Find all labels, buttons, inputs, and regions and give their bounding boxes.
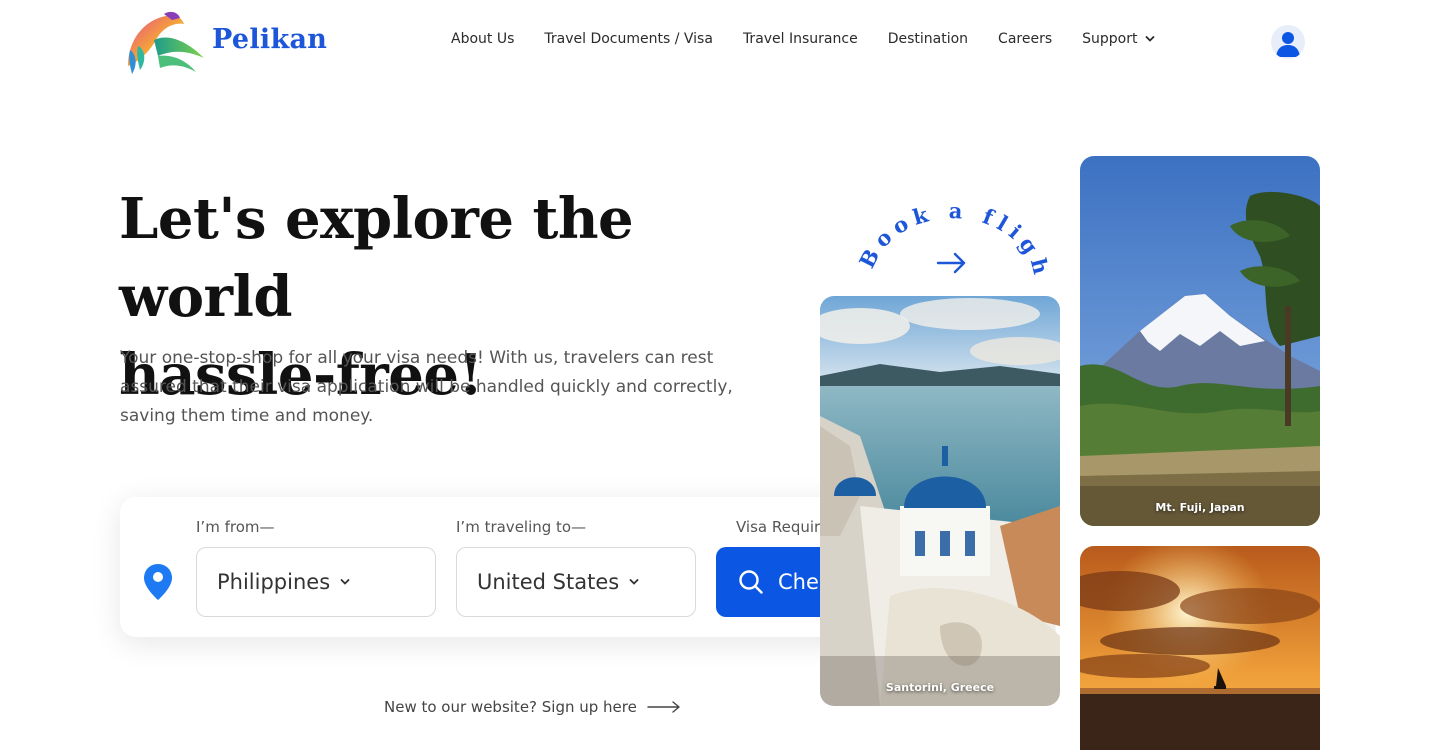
- destination-card-santorini[interactable]: Santorini, Greece: [820, 296, 1060, 706]
- visa-search-card: I’m from— Philippines I’m traveling to— …: [120, 497, 937, 637]
- nav-about-us[interactable]: About Us: [451, 31, 514, 47]
- destination-card-sunset[interactable]: [1080, 546, 1320, 750]
- hero-title-line1: Let's explore the world: [119, 186, 634, 330]
- nav-travel-documents[interactable]: Travel Documents / Visa: [544, 31, 713, 47]
- user-avatar-icon: [1276, 32, 1300, 57]
- from-country-value: Philippines: [217, 570, 331, 594]
- arrow-right-icon: [936, 252, 966, 274]
- from-label: I’m from—: [196, 518, 275, 536]
- nav-support[interactable]: Support: [1082, 31, 1155, 47]
- santorini-photo: [820, 296, 1060, 706]
- map-pin-icon: [144, 564, 172, 600]
- signup-link[interactable]: New to our website? Sign up here: [384, 698, 681, 716]
- chevron-down-icon: [629, 579, 639, 585]
- book-flight-link[interactable]: Book a flight: [840, 176, 1049, 286]
- destination-card-fuji[interactable]: Mt. Fuji, Japan: [1080, 156, 1320, 526]
- nav-support-label: Support: [1082, 31, 1138, 47]
- nav-destination[interactable]: Destination: [888, 31, 968, 47]
- to-country-select[interactable]: United States: [456, 547, 696, 617]
- from-country-select[interactable]: Philippines: [196, 547, 436, 617]
- signup-text: New to our website? Sign up here: [384, 698, 637, 716]
- user-avatar[interactable]: [1271, 25, 1305, 59]
- chevron-down-icon: [340, 579, 350, 585]
- arrow-right-icon: [647, 701, 680, 713]
- book-flight-graphic: Book a flight: [840, 176, 1049, 282]
- brand-name[interactable]: Pelikan: [212, 24, 327, 55]
- to-country-value: United States: [477, 570, 620, 594]
- search-icon: [739, 570, 763, 594]
- hero-subtitle: Your one-stop-shop for all your visa nee…: [120, 348, 733, 426]
- logo[interactable]: [124, 10, 206, 76]
- destination-caption: Mt. Fuji, Japan: [1155, 501, 1245, 514]
- nav-travel-insurance[interactable]: Travel Insurance: [743, 31, 858, 47]
- nav-careers[interactable]: Careers: [998, 31, 1052, 47]
- sunset-photo: [1080, 546, 1320, 750]
- destination-caption: Santorini, Greece: [885, 681, 995, 694]
- to-label: I’m traveling to—: [456, 518, 587, 536]
- main-nav: About Us Travel Documents / Visa Travel …: [451, 31, 1155, 47]
- pelican-logo-icon: [128, 11, 204, 74]
- chevron-down-icon: [1146, 36, 1155, 42]
- book-flight-text: Book a flight: [848, 196, 1048, 282]
- fuji-photo: [1080, 156, 1320, 526]
